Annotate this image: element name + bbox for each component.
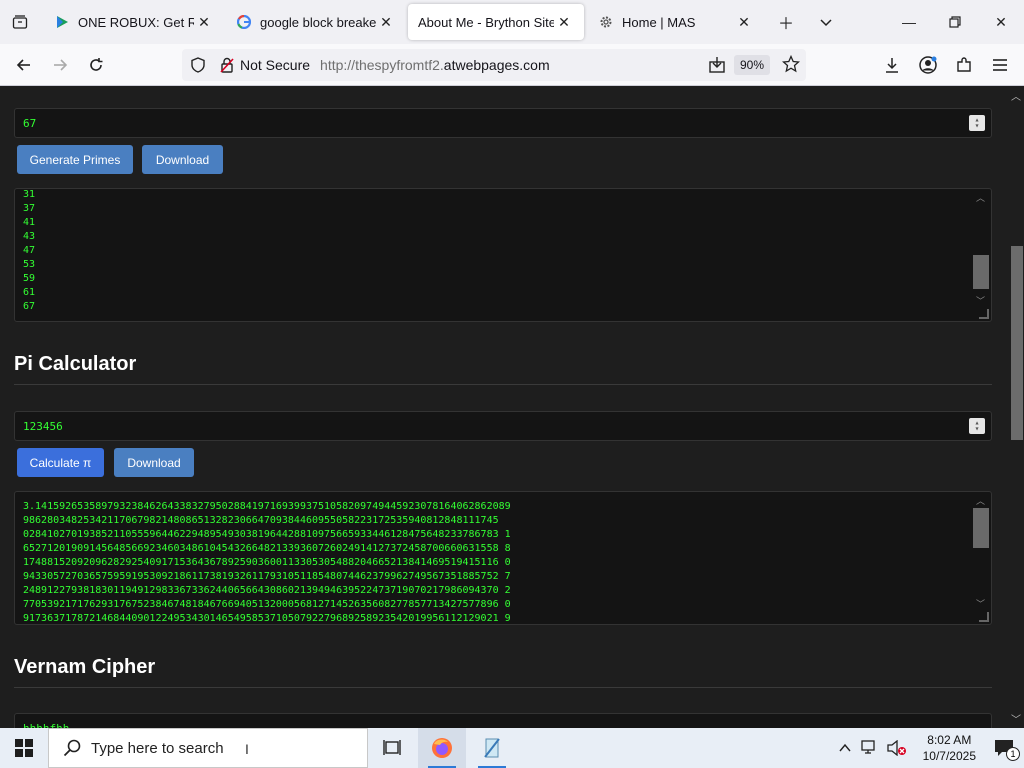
taskbar-search-box[interactable]: Type here to search I bbox=[48, 728, 368, 768]
windows-start-icon[interactable] bbox=[0, 728, 48, 768]
primes-input-value: 67 bbox=[23, 117, 37, 130]
tab-robux[interactable]: ONE ROBUX: Get Real R ✕ bbox=[44, 4, 224, 40]
lock-warning-icon bbox=[220, 57, 234, 73]
downloads-icon[interactable] bbox=[878, 51, 906, 79]
primes-output-textarea[interactable]: 31 37 41 43 47 53 59 61 67 ︿ ﹀ bbox=[14, 188, 992, 322]
scroll-down-icon[interactable]: ﹀ bbox=[976, 597, 985, 610]
primes-download-button[interactable]: Download bbox=[142, 145, 223, 174]
hamburger-menu-icon[interactable] bbox=[986, 51, 1014, 79]
notification-count-badge: 1 bbox=[1006, 747, 1020, 761]
scroll-down-icon[interactable]: ﹀ bbox=[1011, 711, 1021, 726]
vernam-input[interactable]: hhhhfhh bbox=[14, 713, 992, 728]
pi-input-value: 123456 bbox=[23, 420, 63, 433]
url-prefix: http://thespyfromtf2. bbox=[320, 57, 444, 73]
close-icon[interactable]: ✕ bbox=[734, 12, 754, 32]
tab-home-mas[interactable]: Home | MAS ✕ bbox=[588, 4, 764, 40]
divider bbox=[14, 384, 992, 385]
firefox-taskbar-icon[interactable] bbox=[418, 728, 466, 768]
scroll-up-icon[interactable]: ︿ bbox=[976, 191, 985, 204]
play-triangle-icon bbox=[54, 14, 70, 30]
taskbar: Type here to search I 8:02 AM 10/7/2025 … bbox=[0, 728, 1024, 768]
google-g-icon bbox=[236, 14, 252, 30]
clock-time: 8:02 AM bbox=[927, 733, 972, 747]
pi-download-button[interactable]: Download bbox=[114, 448, 194, 477]
not-secure-label: Not Secure bbox=[240, 57, 311, 73]
primes-output-text: 31 37 41 43 47 53 59 61 67 bbox=[23, 189, 36, 312]
notepad-taskbar-icon[interactable] bbox=[468, 728, 516, 768]
tab-title: google block breaker - bbox=[260, 14, 376, 30]
tab-about-me[interactable]: About Me - Brython Site ✕ bbox=[408, 4, 584, 40]
forward-arrow-icon[interactable] bbox=[46, 51, 74, 79]
scrollbar-thumb[interactable] bbox=[973, 255, 989, 289]
tab-google-block-breaker[interactable]: google block breaker - ✕ bbox=[226, 4, 406, 40]
network-icon[interactable] bbox=[860, 740, 879, 756]
scroll-up-icon[interactable]: ︿ bbox=[976, 494, 985, 507]
tab-title: ONE ROBUX: Get Real R bbox=[78, 14, 194, 30]
resize-grip-icon[interactable] bbox=[979, 309, 989, 319]
pi-output-scrollbar[interactable]: ︿ ﹀ bbox=[973, 494, 989, 610]
page-scrollbar-thumb[interactable] bbox=[1011, 246, 1023, 440]
search-placeholder: Type here to search bbox=[91, 739, 224, 757]
page-viewport: 67 ▴ ▾ Generate Primes Download 31 37 41 … bbox=[0, 86, 1024, 728]
tab-title: About Me - Brython Site bbox=[418, 14, 554, 30]
number-spinner-icon[interactable]: ▴ ▾ bbox=[969, 418, 985, 434]
zoom-level[interactable]: 90% bbox=[733, 55, 770, 75]
gear-icon bbox=[598, 14, 614, 30]
scroll-down-icon[interactable]: ﹀ bbox=[976, 294, 985, 307]
notification-icon[interactable]: 1 bbox=[994, 739, 1020, 761]
task-view-icon[interactable] bbox=[368, 728, 416, 768]
primes-output-scrollbar[interactable]: ︿ ﹀ bbox=[973, 191, 989, 307]
pi-calculator-heading: Pi Calculator bbox=[14, 353, 137, 375]
close-icon[interactable]: ✕ bbox=[554, 12, 574, 32]
system-tray: 8:02 AM 10/7/2025 1 bbox=[839, 728, 1024, 768]
nav-bar: Not Secure http://thespyfromtf2. atwebpag… bbox=[0, 44, 1024, 86]
reader-save-icon[interactable] bbox=[708, 56, 726, 77]
back-arrow-icon[interactable] bbox=[10, 51, 38, 79]
url-host: atwebpages.com bbox=[443, 57, 550, 73]
tab-bar: ONE ROBUX: Get Real R ✕ google block bre… bbox=[0, 0, 1024, 44]
divider bbox=[14, 687, 992, 688]
page-scrollbar[interactable]: ︿ ﹀ bbox=[1006, 86, 1024, 728]
account-icon[interactable] bbox=[914, 51, 942, 79]
url-bar[interactable]: Not Secure http://thespyfromtf2. atwebpag… bbox=[182, 49, 806, 81]
new-tab-icon[interactable]: ＋ bbox=[772, 8, 800, 36]
tab-title: Home | MAS bbox=[622, 14, 696, 30]
pi-output-text: 3.14159265358979323846264338327950288419… bbox=[23, 501, 511, 624]
chevron-down-icon[interactable] bbox=[812, 8, 840, 36]
extensions-icon[interactable] bbox=[950, 51, 978, 79]
restore-icon[interactable] bbox=[932, 6, 978, 38]
search-icon bbox=[63, 739, 81, 757]
clock[interactable]: 8:02 AM 10/7/2025 bbox=[923, 732, 976, 764]
clock-date: 10/7/2025 bbox=[922, 749, 976, 763]
text-cursor-icon: I bbox=[245, 741, 249, 757]
tab-overview-icon[interactable] bbox=[6, 8, 34, 36]
pi-output-textarea[interactable]: 3.14159265358979323846264338327950288419… bbox=[14, 491, 992, 625]
calculate-pi-button[interactable]: Calculate π bbox=[17, 448, 104, 477]
volume-muted-icon[interactable] bbox=[886, 740, 907, 756]
vernam-cipher-heading: Vernam Cipher bbox=[14, 656, 156, 678]
primes-limit-input[interactable]: 67 ▴ ▾ bbox=[14, 108, 992, 138]
generate-primes-button[interactable]: Generate Primes bbox=[17, 145, 133, 174]
scroll-up-icon[interactable]: ︿ bbox=[1011, 88, 1021, 103]
pi-digits-input[interactable]: 123456 ▴ ▾ bbox=[14, 411, 992, 441]
chevron-up-icon[interactable] bbox=[839, 743, 851, 753]
scrollbar-thumb[interactable] bbox=[973, 508, 989, 548]
shield-icon[interactable] bbox=[190, 57, 206, 76]
close-icon[interactable]: ✕ bbox=[376, 12, 396, 32]
reload-icon[interactable] bbox=[82, 51, 110, 79]
star-bookmark-icon[interactable] bbox=[781, 54, 801, 76]
number-spinner-icon[interactable]: ▴ ▾ bbox=[969, 115, 985, 131]
close-window-icon[interactable]: ✕ bbox=[978, 6, 1024, 38]
resize-grip-icon[interactable] bbox=[979, 612, 989, 622]
security-indicator[interactable]: Not Secure bbox=[220, 57, 310, 73]
minimize-icon[interactable]: — bbox=[886, 6, 932, 38]
close-icon[interactable]: ✕ bbox=[194, 12, 214, 32]
